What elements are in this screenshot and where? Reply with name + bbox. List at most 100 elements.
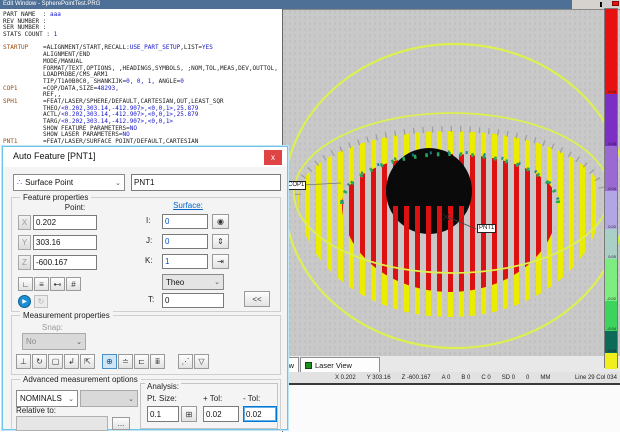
surface-label[interactable]: Surface: [158,201,218,210]
block-mode-icon[interactable]: ⊏ [134,354,149,369]
point-sequence-icon[interactable]: ⋰ [178,354,193,369]
tab-laser-view[interactable]: Laser View [300,357,380,372]
status-b: B 0 [461,375,470,381]
measure-order-icon[interactable]: ⊷ [50,277,65,291]
minus-tol-input[interactable]: 0.02 [243,406,277,422]
advanced-options-group: Advanced measurement options NOMINALS ⌄ … [11,379,281,431]
align-vector-icon[interactable]: ⇥ [212,254,229,269]
status-y: Y 303.16 [367,375,391,381]
nominals-mode-dropdown[interactable]: ⌄ [80,390,138,407]
chevron-down-icon: ⌄ [214,278,220,286]
scale-close-button[interactable] [612,1,619,6]
collapse-dialog-button[interactable]: << [244,291,270,307]
relative-to-input[interactable] [16,416,108,431]
status-a: A 0 [442,375,451,381]
chevron-down-icon: ⌄ [76,338,82,346]
columns-mode-icon[interactable]: ⅲ [150,354,165,369]
t-input[interactable]: 0 [162,293,224,308]
measurement-properties-group: Measurement properties Snap: No ⌄ ⊥ ↻ ▢ … [11,315,281,375]
z-axis-toggle[interactable]: Z [18,255,31,270]
tolerance-zone-icon[interactable]: ⊞ [181,406,197,422]
measurement-properties-legend: Measurement properties [20,311,113,320]
point-y-input[interactable]: 303.16 [33,235,97,250]
pt-size-label: Pt. Size: [147,394,177,403]
status-c: C 0 [481,375,490,381]
target-mode-icon[interactable]: ⊕ [102,354,117,369]
region-icon[interactable]: ▢ [48,354,63,369]
pnt1-label[interactable]: PNT1 [477,224,496,233]
feature-name-value: PNT1 [134,178,154,187]
edit-window-titlebar[interactable]: Edit Window - SpherePointTest.PRG [0,0,572,9]
flip-vector-icon[interactable]: ⇕ [212,234,229,249]
point-x-input[interactable]: 0.202 [33,215,97,230]
code-line: PNT1=FEAT/LASER/SURFACE POINT/DEFAULT,CA… [3,139,282,146]
status-bar: X 0.202 Y 303.16 Z -600.167 A 0 B 0 C 0 … [283,372,620,383]
chevron-down-icon: ⌄ [128,395,134,403]
return-path-icon[interactable]: ↲ [64,354,79,369]
point-z-value: -600.167 [36,258,68,267]
surface-j-input[interactable]: 0 [162,234,208,249]
vector-ball-icon[interactable]: ◉ [212,214,229,229]
find-nominal-icon[interactable]: ≡ [34,277,49,291]
cop1-label[interactable]: COP1 [286,181,306,190]
theo-value: Theo [166,278,184,287]
auto-feature-dialog: Auto Feature [PNT1] x ∴ Surface Point ⌄ … [2,146,288,430]
i-label: I: [146,216,150,225]
plus-tol-input[interactable]: 0.02 [203,406,239,422]
pt-size-value: 0.1 [150,410,161,419]
surface-i-value: 0 [165,217,169,226]
surface-i-input[interactable]: 0 [162,214,208,229]
rerun-icon[interactable]: ↻ [34,295,48,308]
filter-icon[interactable]: ▽ [194,354,209,369]
rescan-icon[interactable]: ↻ [32,354,47,369]
relative-to-label: Relative to: [16,406,56,415]
dialog-titlebar[interactable]: Auto Feature [PNT1] x [3,147,287,167]
nominals-dropdown[interactable]: NOMINALS ⌄ [16,390,78,407]
browse-button[interactable]: ... [112,417,130,430]
point-y-value: 303.16 [36,238,60,247]
y-axis-toggle[interactable]: Y [18,235,31,250]
x-axis-toggle[interactable]: X [18,215,31,230]
j-label: J: [146,236,152,245]
surface-point-icon: ∴ [17,178,22,187]
surface-k-input[interactable]: 1 [162,254,208,269]
theo-dropdown[interactable]: Theo ⌄ [162,274,224,290]
feature-type-dropdown[interactable]: ∴ Surface Point ⌄ [13,174,125,191]
scale-band: 0.000.00 [605,229,617,259]
surface-k-value: 1 [165,257,169,266]
scan-scene [283,10,620,357]
edit-window-title: Edit Window - SpherePointTest.PRG [3,1,100,7]
pt-size-input[interactable]: 0.1 [147,406,179,422]
point-z-input[interactable]: -600.167 [33,255,97,270]
t-value: 0 [165,296,169,305]
tab-partial-label: w [289,359,294,372]
edit-code: PART NAME : aaaREV NUMBER :SER NUMBER :S… [3,12,282,146]
analysis-group: Analysis: Pt. Size: + Tol: - Tol: 0.1 ⊞ … [140,383,278,429]
advanced-options-legend: Advanced measurement options [20,375,141,384]
level-mode-icon[interactable]: ≐ [118,354,133,369]
dialog-close-button[interactable]: x [264,150,282,165]
scale-band: 0.020.02 [605,191,617,229]
view-tab-bar: w Laser View [283,356,620,372]
plus-tol-value: 0.02 [206,410,222,419]
scale-band: 0.080.08 [605,9,617,94]
scale-bands: 0.080.080.060.060.040.040.020.020.000.00… [604,8,618,368]
status-units: MM [540,375,550,381]
test-feature-button[interactable]: ▶ [18,295,31,308]
surface-j-value: 0 [165,237,169,246]
move-path-icon[interactable]: ⇱ [80,354,95,369]
feature-name-input[interactable]: PNT1 [131,174,281,191]
scale-band: -0.04-0.04 [605,301,617,331]
status-sd: SD 0 [502,375,515,381]
point-x-value: 0.202 [36,218,56,227]
plus-tol-label: + Tol: [203,394,222,403]
laser-view-canvas[interactable]: COP1 PNT1 [283,9,620,356]
status-zero: 0 [526,375,529,381]
probe-down-icon[interactable]: ⊥ [16,354,31,369]
scale-band [605,353,617,369]
scale-band: -0.02-0.02 [605,259,617,301]
grid-icon[interactable]: # [66,277,81,291]
feature-properties-group: Feature properties Point: X 0.202 Y 303.… [11,197,281,312]
read-point-icon[interactable]: ∟ [18,277,33,291]
snap-dropdown[interactable]: No ⌄ [22,333,86,350]
